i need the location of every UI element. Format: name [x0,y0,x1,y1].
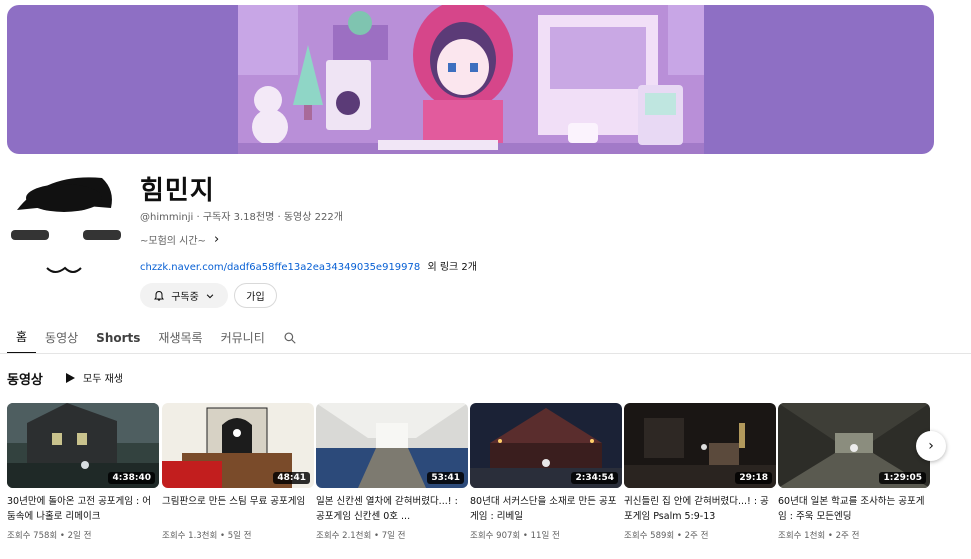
tabs-divider [0,353,971,354]
tab-playlists[interactable]: 재생목록 [149,321,211,354]
video-title[interactable]: 30년만에 돌아온 고전 공포게임 : 어둠속에 나홀로 리메이크 [7,494,159,524]
stats-separator: • [57,531,68,541]
subscribed-label: 구독중 [171,292,199,303]
channel-links: chzzk.naver.com/dadf6a58ffe13a2ea3434903… [140,258,477,273]
video-stats: 조회수 1천회 • 2주 전 [778,529,930,541]
video-age: 2일 전 [67,531,92,541]
chevron-right-icon: › [928,438,934,454]
channel-tabs: 홈 동영상 Shorts 재생목록 커뮤니티 [7,321,306,354]
video-title[interactable]: 60년대 일본 학교를 조사하는 공포게임 : 주욱 모든엔딩 [778,494,930,524]
video-card[interactable]: 4:38:40 30년만에 돌아온 고전 공포게임 : 어둠속에 나홀로 리메이… [7,403,159,541]
subscriber-count: 구독자 3.18천명 [202,212,275,223]
play-all-button[interactable]: 모두 재생 [66,370,123,385]
banner-pixel-art [238,5,704,154]
tab-community[interactable]: 커뮤니티 [212,321,274,354]
video-thumbnail[interactable]: 29:18 [624,403,776,488]
video-thumbnail[interactable]: 1:29:05 [778,403,930,488]
video-duration: 1:29:05 [879,472,926,484]
channel-link[interactable]: chzzk.naver.com/dadf6a58ffe13a2ea3434903… [140,262,420,273]
video-duration: 4:38:40 [108,472,155,484]
section-title: 동영상 [7,373,43,388]
chevron-right-icon: › [213,232,220,247]
join-button[interactable]: 가입 [234,283,277,308]
video-card[interactable]: 48:41 그림판으로 만든 스팀 무료 공포게임 조회수 1.3천회 • 5일… [162,403,314,541]
video-title[interactable]: 귀신들린 집 안에 갇혀버렸다...! : 공포게임 Psalm 5:9-13 [624,494,776,524]
stats-separator: • [520,531,531,541]
tab-home[interactable]: 홈 [7,321,37,354]
tab-videos[interactable]: 동영상 [36,321,87,354]
subscribed-button[interactable]: 구독중 [140,283,228,308]
tab-shorts[interactable]: Shorts [87,321,149,354]
video-card[interactable]: 2:34:54 80년대 서커스단을 소재로 만든 공포게임 : 리베일 조회수… [470,403,622,541]
more-links[interactable]: 외 링크 2개 [427,262,477,273]
video-count: 동영상 222개 [283,212,343,223]
channel-description[interactable]: ~모험의 시간~ › [140,232,219,247]
video-card[interactable]: 1:29:05 60년대 일본 학교를 조사하는 공포게임 : 주욱 모든엔딩 … [778,403,930,541]
video-views: 조회수 758회 [7,531,58,541]
video-stats: 조회수 589회 • 2주 전 [624,529,776,541]
channel-meta: @himminji · 구독자 3.18천명 · 동영상 222개 [140,208,343,223]
video-views: 조회수 1천회 [778,531,826,541]
bell-icon [154,290,165,301]
video-duration: 29:18 [735,472,772,484]
video-thumbnail[interactable]: 4:38:40 [7,403,159,488]
video-age: 2주 전 [835,531,860,541]
channel-banner [7,5,934,154]
video-thumbnail[interactable]: 48:41 [162,403,314,488]
video-duration: 53:41 [427,472,464,484]
channel-handle: @himminji [140,212,194,223]
video-age: 7일 전 [381,531,406,541]
avatar-face-icon [7,168,122,283]
video-stats: 조회수 758회 • 2일 전 [7,529,159,541]
shelf-next-button[interactable]: › [916,431,946,461]
channel-description-text: ~모험의 시간~ [140,236,206,247]
chevron-down-icon [206,293,214,298]
video-thumbnail[interactable]: 53:41 [316,403,468,488]
video-title[interactable]: 그림판으로 만든 스팀 무료 공포게임 [162,494,314,524]
video-card[interactable]: 53:41 일본 신칸센 열차에 갇혀버렸다...! : 공포게임 신칸센 0호… [316,403,468,541]
play-all-label: 모두 재생 [83,374,123,385]
video-stats: 조회수 907회 • 11일 전 [470,529,622,541]
video-stats: 조회수 1.3천회 • 5일 전 [162,529,314,541]
video-views: 조회수 589회 [624,531,675,541]
video-thumbnail[interactable]: 2:34:54 [470,403,622,488]
video-views: 조회수 2.1천회 [316,531,372,541]
video-views: 조회수 1.3천회 [162,531,218,541]
video-age: 2주 전 [684,531,709,541]
video-age: 5일 전 [227,531,252,541]
video-duration: 2:34:54 [571,472,618,484]
video-stats: 조회수 2.1천회 • 7일 전 [316,529,468,541]
video-title[interactable]: 일본 신칸센 열차에 갇혀버렸다...! : 공포게임 신칸센 0호 ... [316,494,468,524]
play-icon [66,372,75,383]
stats-separator: • [371,531,382,541]
stats-separator: • [825,531,836,541]
search-icon[interactable] [274,321,306,354]
video-duration: 48:41 [273,472,310,484]
video-title[interactable]: 80년대 서커스단을 소재로 만든 공포게임 : 리베일 [470,494,622,524]
stats-separator: • [674,531,685,541]
video-age: 11일 전 [530,531,560,541]
stats-separator: • [217,531,228,541]
channel-name: 힘민지 [140,176,215,206]
video-shelf: 4:38:40 30년만에 돌아온 고전 공포게임 : 어둠속에 나홀로 리메이… [7,403,937,553]
channel-avatar[interactable] [7,168,122,283]
video-views: 조회수 907회 [470,531,521,541]
video-card[interactable]: 29:18 귀신들린 집 안에 갇혀버렸다...! : 공포게임 Psalm 5… [624,403,776,541]
